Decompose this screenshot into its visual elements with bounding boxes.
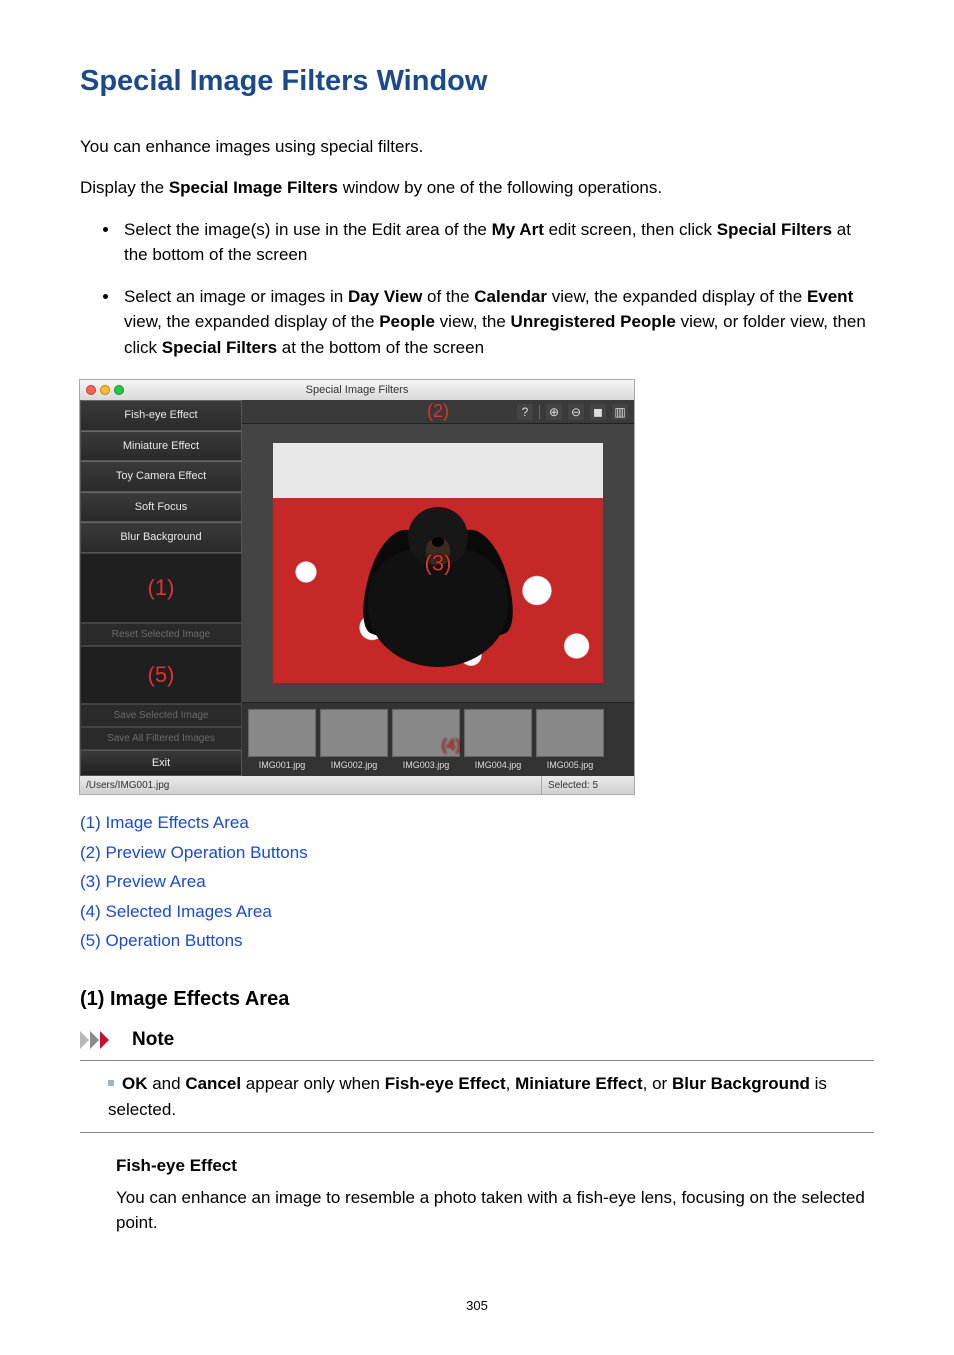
section-heading: (1) Image Effects Area [80, 984, 874, 1014]
filter-soft-focus[interactable]: Soft Focus [80, 492, 242, 523]
close-icon[interactable] [86, 385, 96, 395]
note-bullet-icon [108, 1080, 114, 1086]
thumbnail[interactable]: IMG005.jpg [536, 709, 604, 773]
link-selected-images-area[interactable]: (4) Selected Images Area [80, 899, 874, 925]
thumbnail[interactable]: IMG002.jpg [320, 709, 388, 773]
preview-toolbar: (2) ? ⊕ ⊖ ◼ ▥ [242, 400, 634, 424]
filter-miniature[interactable]: Miniature Effect [80, 431, 242, 462]
preview-area: (3) [242, 424, 634, 702]
save-selected-button: Save Selected Image [80, 704, 242, 727]
thumbnail-strip: IMG001.jpg IMG002.jpg (4)IMG003.jpg IMG0… [242, 702, 634, 776]
preview-image: (3) [273, 443, 603, 683]
exit-button[interactable]: Exit [80, 750, 242, 777]
screenshot-figure: Special Image Filters Fish-eye Effect Mi… [80, 380, 874, 794]
window-titlebar: Special Image Filters [80, 380, 634, 400]
fit-icon[interactable]: ◼ [590, 404, 606, 420]
zoom-out-icon[interactable]: ⊖ [568, 404, 584, 420]
list-item: Select the image(s) in use in the Edit a… [120, 217, 874, 268]
instruction-list: Select the image(s) in use in the Edit a… [80, 217, 874, 361]
minimize-icon[interactable] [100, 385, 110, 395]
list-item: Select an image or images in Day View of… [120, 284, 874, 361]
callout-3: (3) [425, 547, 452, 580]
link-preview-operation-buttons[interactable]: (2) Preview Operation Buttons [80, 840, 874, 866]
filter-toy-camera[interactable]: Toy Camera Effect [80, 461, 242, 492]
definition-term: Fish-eye Effect [116, 1153, 874, 1179]
definition-item: Fish-eye Effect You can enhance an image… [116, 1153, 874, 1236]
link-operation-buttons[interactable]: (5) Operation Buttons [80, 928, 874, 954]
thumbnail[interactable]: IMG004.jpg [464, 709, 532, 773]
definition-description: You can enhance an image to resemble a p… [116, 1185, 874, 1236]
save-all-button: Save All Filtered Images [80, 727, 242, 750]
filter-fish-eye[interactable]: Fish-eye Effect [80, 400, 242, 431]
note-header: Note [80, 1026, 874, 1055]
anchor-links: (1) Image Effects Area (2) Preview Opera… [80, 810, 874, 954]
filter-blur-background[interactable]: Blur Background [80, 522, 242, 553]
reset-selected-button: Reset Selected Image [80, 623, 242, 646]
sidebar: Fish-eye Effect Miniature Effect Toy Cam… [80, 400, 242, 776]
note-block: OK and Cancel appear only when Fish-eye … [80, 1060, 874, 1133]
page-number: 305 [80, 1296, 874, 1316]
status-selected: Selected: 5 [542, 776, 634, 794]
maximize-icon[interactable] [114, 385, 124, 395]
callout-5: (5) [80, 646, 242, 704]
intro-paragraph-1: You can enhance images using special fil… [80, 134, 874, 160]
zoom-in-icon[interactable]: ⊕ [546, 404, 562, 420]
note-content: OK and Cancel appear only when Fish-eye … [100, 1071, 874, 1122]
callout-2: (2) [427, 398, 449, 425]
callout-1: (1) [80, 553, 242, 623]
window-title: Special Image Filters [80, 382, 634, 399]
page-title: Special Image Filters Window [80, 60, 874, 104]
status-bar: /Users/IMG001.jpg Selected: 5 [80, 776, 634, 794]
thumbnail[interactable]: IMG001.jpg [248, 709, 316, 773]
note-label: Note [132, 1026, 174, 1055]
help-icon[interactable]: ? [517, 404, 533, 420]
link-preview-area[interactable]: (3) Preview Area [80, 869, 874, 895]
app-window: Special Image Filters Fish-eye Effect Mi… [80, 380, 634, 794]
link-image-effects-area[interactable]: (1) Image Effects Area [80, 810, 874, 836]
thumbnail[interactable]: (4)IMG003.jpg [392, 709, 460, 773]
note-chevrons-icon [80, 1031, 124, 1049]
compare-icon[interactable]: ▥ [612, 404, 628, 420]
intro-paragraph-2: Display the Special Image Filters window… [80, 175, 874, 201]
status-path: /Users/IMG001.jpg [80, 776, 542, 794]
callout-4: (4) [441, 734, 461, 758]
